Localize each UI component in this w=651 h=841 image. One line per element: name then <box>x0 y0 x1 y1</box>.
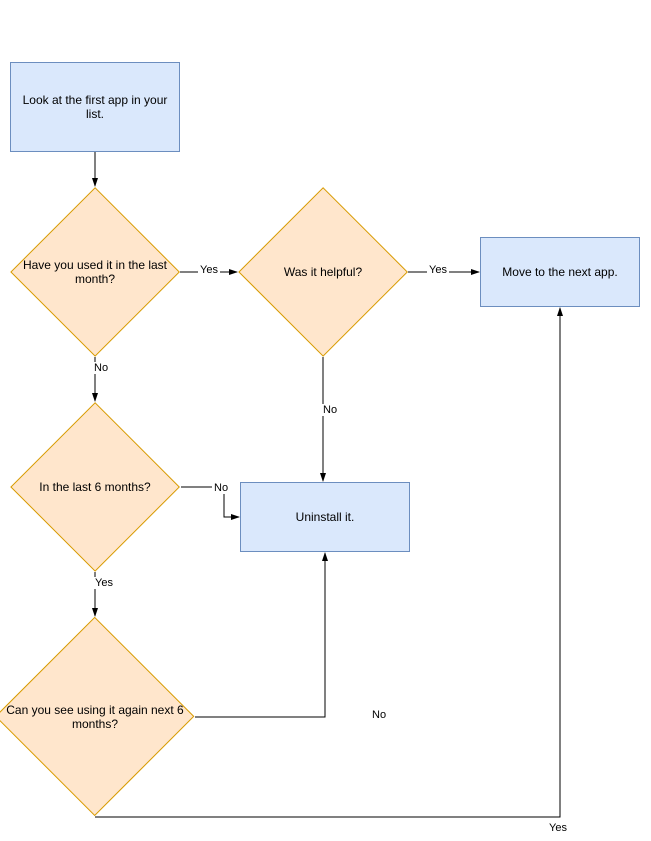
edge-label: Yes <box>93 577 115 589</box>
edge-label: Yes <box>198 264 220 276</box>
process-node: Uninstall it. <box>240 482 410 552</box>
edge-label: No <box>92 362 110 374</box>
edge-label: Yes <box>547 822 569 834</box>
process-node: Look at the first app in your list. <box>10 62 180 152</box>
decision-node: Have you used it in the last month? <box>35 212 155 332</box>
edge-label: Yes <box>427 264 449 276</box>
node-label: Can you see using it again next 6 months… <box>0 703 190 731</box>
edge-label: No <box>370 709 388 721</box>
edge-label: No <box>321 404 339 416</box>
decision-node: Can you see using it again next 6 months… <box>24 646 165 787</box>
process-node: Move to the next app. <box>480 237 640 307</box>
decision-node: In the last 6 months? <box>35 427 155 547</box>
node-label: Move to the next app. <box>502 265 617 279</box>
node-label: Was it helpful? <box>284 265 362 279</box>
node-label: Uninstall it. <box>296 510 355 524</box>
flowchart-canvas: Look at the first app in your list. Have … <box>0 0 651 841</box>
edge-label: No <box>212 482 230 494</box>
node-label: Look at the first app in your list. <box>17 93 173 121</box>
edge <box>195 553 325 717</box>
node-label: In the last 6 months? <box>39 480 150 494</box>
edge <box>181 487 239 517</box>
decision-node: Was it helpful? <box>263 212 383 332</box>
node-label: Have you used it in the last month? <box>15 258 175 286</box>
